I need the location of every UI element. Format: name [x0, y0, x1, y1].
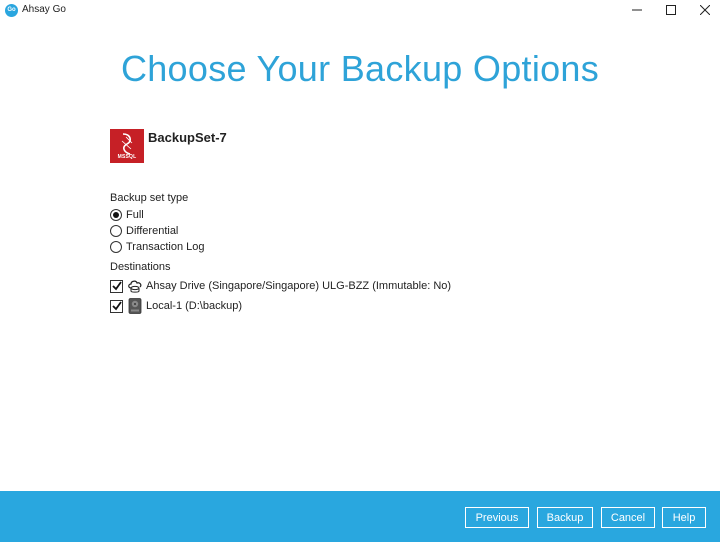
destination-ahsay-drive[interactable]: Ahsay Drive (Singapore/Singapore) ULG-BZ…: [110, 278, 451, 294]
window-title: Ahsay Go: [22, 4, 66, 15]
mssql-icon: MSSQL: [110, 129, 144, 163]
minimize-button[interactable]: [620, 0, 654, 20]
radio-differential[interactable]: [110, 225, 122, 237]
cancel-button[interactable]: Cancel: [601, 507, 655, 528]
checkmark-icon: [111, 301, 122, 311]
destination-ahsay-drive-checkbox[interactable]: [110, 279, 123, 293]
destination-local-1-label: Local-1 (D:\backup): [146, 300, 242, 312]
radio-differential-label: Differential: [126, 225, 179, 237]
maximize-icon: [666, 5, 676, 15]
radio-option-differential[interactable]: Differential: [110, 224, 178, 238]
window-titlebar: Go Ahsay Go: [0, 0, 720, 20]
close-button[interactable]: [688, 0, 720, 20]
checkmark-icon: [111, 281, 122, 291]
radio-option-transaction-log[interactable]: Transaction Log: [110, 240, 204, 254]
radio-option-full[interactable]: Full: [110, 208, 144, 222]
backup-set-type-label: Backup set type: [110, 192, 189, 204]
footer-bar: Previous Backup Cancel Help: [0, 491, 720, 542]
minimize-icon: [632, 9, 642, 11]
destination-local-1-checkbox[interactable]: [110, 299, 123, 313]
previous-button[interactable]: Previous: [465, 507, 529, 528]
radio-transaction-log-label: Transaction Log: [126, 241, 205, 253]
destination-local-1[interactable]: Local-1 (D:\backup): [110, 298, 242, 314]
destination-ahsay-drive-label: Ahsay Drive (Singapore/Singapore) ULG-BZ…: [146, 280, 452, 292]
backup-set-name: BackupSet-7: [148, 130, 227, 145]
radio-full[interactable]: [110, 209, 122, 221]
radio-transaction-log[interactable]: [110, 241, 122, 253]
maximize-button[interactable]: [654, 0, 688, 20]
backup-button[interactable]: Backup: [537, 507, 593, 528]
help-button[interactable]: Help: [662, 507, 706, 528]
close-icon: [700, 5, 710, 15]
app-logo-icon: Go: [5, 4, 18, 17]
mssql-icon-label: MSSQL: [117, 154, 137, 160]
radio-full-label: Full: [126, 209, 144, 221]
local-disk-icon: [127, 298, 142, 314]
destinations-label: Destinations: [110, 261, 171, 273]
page-title: Choose Your Backup Options: [120, 48, 600, 89]
cloud-drive-icon: [127, 279, 142, 294]
